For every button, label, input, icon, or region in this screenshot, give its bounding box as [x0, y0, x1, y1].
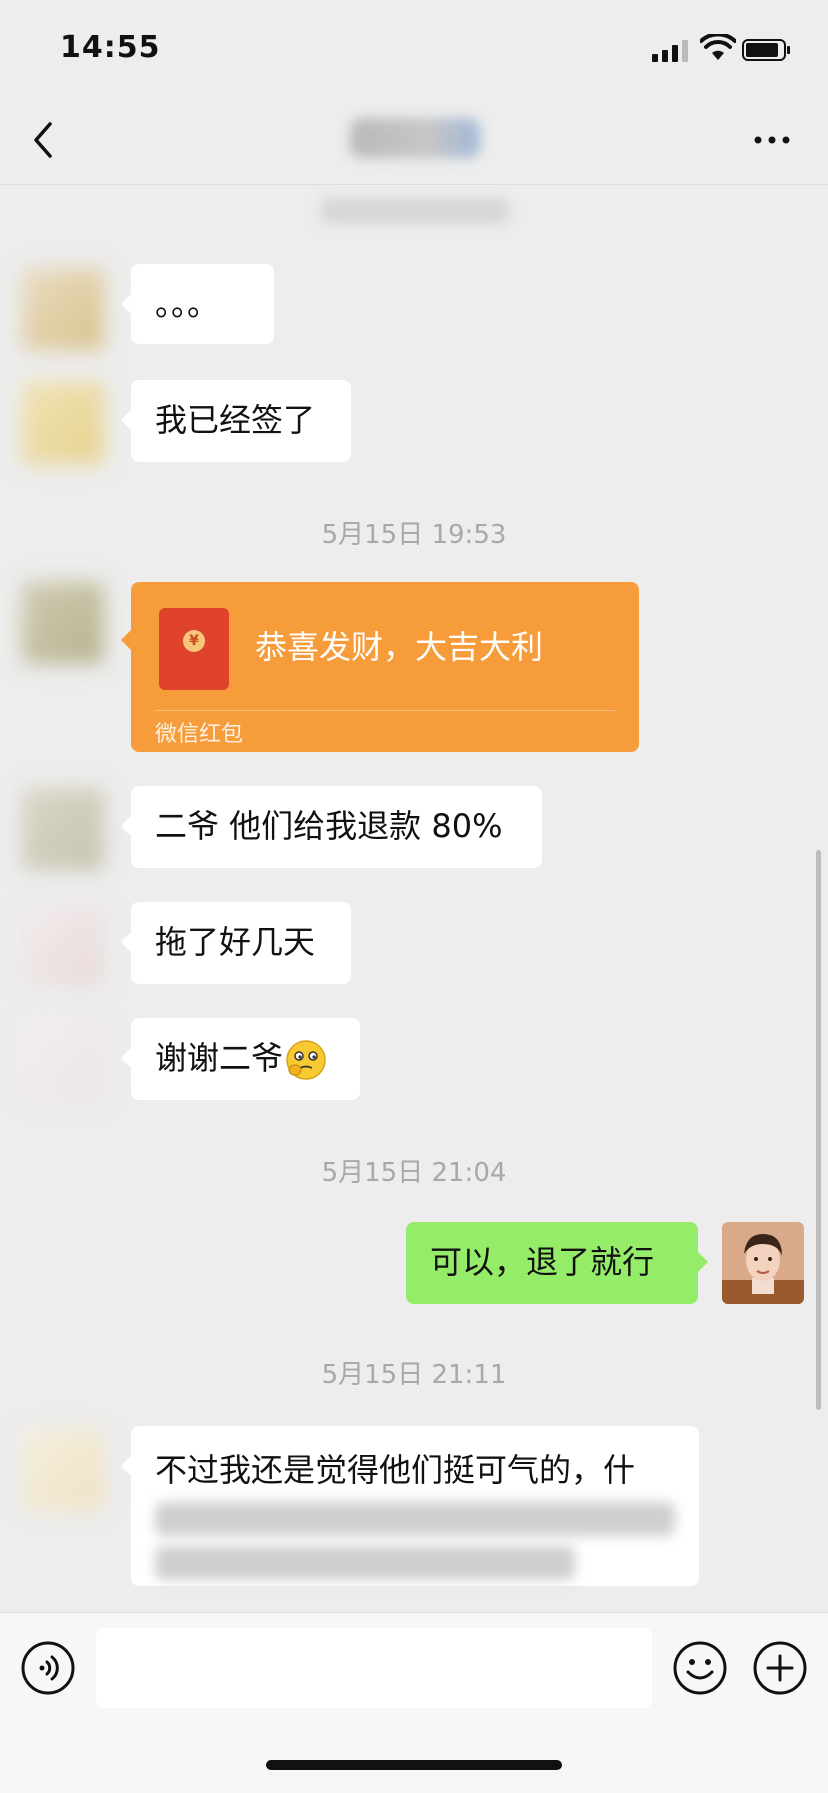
timestamp: 5月15日 19:53 — [321, 520, 507, 550]
home-indicator[interactable] — [266, 1760, 562, 1770]
scrollbar[interactable] — [816, 850, 821, 1410]
timestamp: 5月15日 21:11 — [321, 1360, 507, 1390]
avatar[interactable] — [22, 1428, 104, 1510]
message-bubble[interactable]: 谢谢二爷 — [121, 1018, 360, 1100]
message-input[interactable] — [96, 1628, 652, 1708]
voice-icon[interactable] — [20, 1640, 76, 1696]
blurred-timestamp — [320, 198, 510, 224]
message-bubble-self[interactable]: 可以，退了就行 — [406, 1222, 708, 1304]
more-icon[interactable] — [752, 130, 792, 150]
timestamp: 5月15日 21:04 — [321, 1158, 507, 1188]
avatar[interactable] — [22, 268, 104, 350]
avatar[interactable] — [22, 788, 104, 870]
avatar[interactable] — [22, 1020, 104, 1102]
message-bubble[interactable]: 拖了好几天 — [121, 902, 351, 984]
chat-title-blurred — [350, 118, 480, 158]
coin-icon: ¥ — [183, 630, 205, 652]
plus-icon[interactable] — [752, 1640, 808, 1696]
battery-icon — [742, 39, 790, 61]
message-bubble[interactable]: 二爷 他们给我退款 80% — [121, 786, 542, 868]
my-avatar[interactable] — [722, 1222, 804, 1304]
back-arrow-icon[interactable] — [30, 120, 56, 160]
status-time: 14:55 — [60, 30, 161, 65]
blurred-text — [155, 1546, 575, 1580]
red-packet-title: 恭喜发财，大吉大利 — [255, 628, 544, 666]
message-text: 谢谢二爷 — [155, 1039, 284, 1077]
red-packet-label: 微信红包 — [155, 722, 244, 747]
avatar[interactable] — [22, 582, 104, 664]
message-bubble[interactable]: 不过我还是觉得他们挺可气的，什 — [121, 1426, 699, 1586]
emoji-icon[interactable] — [672, 1640, 728, 1696]
red-packet-icon: ¥ — [159, 608, 229, 690]
shy-face-emoji-icon — [286, 1040, 326, 1080]
wifi-icon — [700, 34, 736, 60]
message-bubble[interactable]: 我已经签了 — [121, 380, 351, 462]
blurred-text — [155, 1502, 675, 1536]
divider — [155, 710, 615, 711]
avatar[interactable] — [22, 382, 104, 464]
message-text: 不过我还是觉得他们挺可气的，什 — [155, 1451, 636, 1489]
avatar[interactable] — [22, 904, 104, 986]
message-bubble[interactable]: 。。。 — [121, 264, 274, 344]
red-packet-card[interactable]: ¥ 恭喜发财，大吉大利 微信红包 — [121, 582, 639, 752]
signal-icon — [652, 38, 688, 62]
